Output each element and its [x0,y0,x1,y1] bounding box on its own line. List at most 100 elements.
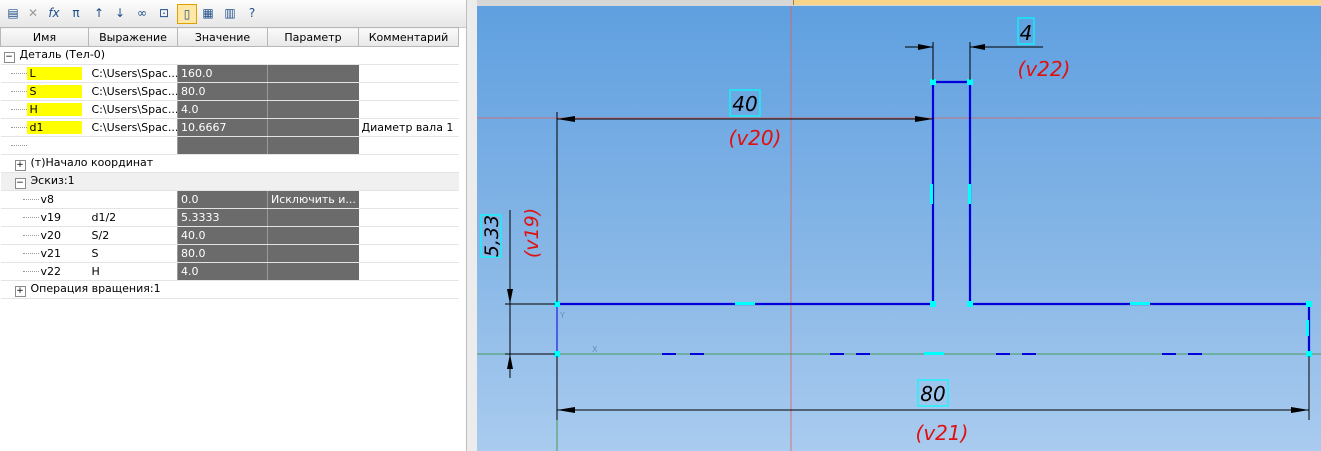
variable-expression[interactable]: S [88,244,178,263]
variable-name: L [26,67,82,80]
table-row[interactable]: v21 S 80.0 [0,244,459,263]
column-comment[interactable]: Комментарий [358,27,459,47]
variable-comment[interactable] [358,244,459,263]
active-document-tab[interactable] [793,0,1321,5]
table-row[interactable]: d1 C:\Users\Spac... 10.6667 Диаметр вала… [0,118,459,137]
variable-name: v20 [40,229,62,242]
dimension-arrows [507,44,1309,413]
variable-parameter[interactable] [267,262,359,281]
origin-group-row[interactable]: + (т)Начало координат [0,154,459,173]
variable-value[interactable]: 80.0 [177,82,268,101]
variable-expression[interactable]: C:\Users\Spac... [88,64,178,83]
panel-icon[interactable]: ▯ [177,4,197,24]
delete-icon[interactable]: ✕ [24,4,42,22]
variable-expression[interactable]: C:\Users\Spac... [88,82,178,101]
variable-value[interactable]: 4.0 [177,100,268,119]
variable-name: S [26,85,82,98]
table-row[interactable]: v19 d1/2 5.3333 [0,208,459,227]
table-row[interactable]: H C:\Users\Spac... 4.0 [0,100,459,119]
grid-icon[interactable]: ▥ [221,4,239,22]
variable-parameter[interactable] [267,100,359,119]
variable-value[interactable]: 10.6667 [177,118,268,137]
sketch-viewport[interactable]: Y X 4 (v22) 40 (v20) 5,33 (v19) 80 (v21) [477,0,1321,451]
sketch-profile[interactable] [556,80,1311,354]
table-row[interactable]: v20 S/2 40.0 [0,226,459,245]
table-header: Имя Выражение Значение Параметр Коммента… [0,27,459,47]
part-group-row[interactable]: − Деталь (Тел-0) [0,46,459,65]
table-row[interactable]: L C:\Users\Spac... 160.0 [0,64,459,83]
sketch-label: Эскиз:1 [30,174,75,187]
revolve-label: Операция вращения:1 [30,282,161,295]
revolve-group-row[interactable]: + Операция вращения:1 [0,280,459,299]
filter-icon[interactable]: ⊡ [155,4,173,22]
help-icon[interactable]: ? [243,4,261,22]
variable-comment[interactable] [358,64,459,83]
variable-parameter[interactable] [267,208,359,227]
axis-x-label: X [592,345,598,354]
dimension-lines [505,42,1310,420]
variable-expression[interactable]: C:\Users\Spac... [88,118,178,137]
variable-comment[interactable] [358,226,459,245]
function-icon[interactable]: fx [45,4,63,22]
variable-value[interactable]: 40.0 [177,226,268,245]
dim-left-variable: (v19) [521,208,543,258]
table-row[interactable]: v8 0.0 Исключить и... [0,190,459,209]
collapse-icon[interactable]: − [14,178,26,189]
column-value[interactable]: Значение [177,27,268,47]
variable-parameter[interactable] [267,226,359,245]
expand-icon[interactable]: + [14,286,26,297]
table-icon[interactable]: ▦ [199,4,217,22]
expand-icon[interactable]: + [14,160,26,171]
variable-comment[interactable] [358,190,459,209]
variables-panel: ▤ ✕ fx π ↑ ↓ ∞ ⊡ ▯ ▦ ▥ ? Имя Выражение З… [0,0,467,451]
dim-top-value[interactable]: 4 [1020,21,1033,45]
dim-bottom-value[interactable]: 80 [920,382,945,406]
arrow-up-icon[interactable]: ↑ [90,4,108,22]
variable-value[interactable]: 4.0 [177,262,268,281]
sketch-group-row[interactable]: − Эскиз:1 [0,172,459,191]
variable-expression[interactable]: H [88,262,178,281]
dim-mid-value[interactable]: 40 [732,92,757,116]
variable-expression[interactable]: d1/2 [88,208,178,227]
variable-comment[interactable] [358,100,459,119]
variable-name: d1 [26,121,82,134]
variable-parameter[interactable] [267,64,359,83]
variable-name: v8 [40,193,55,206]
column-expression[interactable]: Выражение [88,27,178,47]
variable-name: v22 [40,265,62,278]
variable-parameter[interactable] [267,82,359,101]
variable-parameter[interactable] [267,118,359,137]
variable-value[interactable]: 80.0 [177,244,268,263]
variable-name: v19 [40,211,62,224]
variable-expression[interactable]: C:\Users\Spac... [88,100,178,119]
table-row[interactable]: v22 H 4.0 [0,262,459,281]
axis-y-label: Y [559,311,565,320]
link-icon[interactable]: ∞ [133,4,151,22]
properties-icon[interactable]: ▤ [4,4,22,22]
document-tabs[interactable] [477,0,1321,6]
column-name[interactable]: Имя [0,27,89,47]
variable-expression[interactable] [88,190,178,209]
variable-comment[interactable]: Диаметр вала 1 [358,118,459,137]
empty-row[interactable] [0,136,459,155]
origin-label: (т)Начало координат [30,156,154,169]
pi-icon[interactable]: π [67,4,85,22]
variable-parameter[interactable]: Исключить и... [267,190,359,209]
column-parameter[interactable]: Параметр [267,27,359,47]
arrow-down-icon[interactable]: ↓ [111,4,129,22]
dim-left-value[interactable]: 5,33 [481,215,503,257]
variable-comment[interactable] [358,82,459,101]
variable-value[interactable]: 0.0 [177,190,268,209]
variable-parameter[interactable] [267,244,359,263]
collapse-icon[interactable]: − [3,52,15,63]
variable-expression[interactable]: S/2 [88,226,178,245]
sketch-canvas[interactable]: Y X 4 (v22) 40 (v20) 5,33 (v19) 80 (v21) [477,0,1321,451]
dim-bottom-variable: (v21) [916,421,969,445]
variable-value[interactable]: 5.3333 [177,208,268,227]
variable-comment[interactable] [358,208,459,227]
variable-name: v21 [40,247,62,260]
table-row[interactable]: S C:\Users\Spac... 80.0 [0,82,459,101]
variable-comment[interactable] [358,262,459,281]
part-label: Деталь (Тел-0) [19,48,106,61]
variable-value[interactable]: 160.0 [177,64,268,83]
